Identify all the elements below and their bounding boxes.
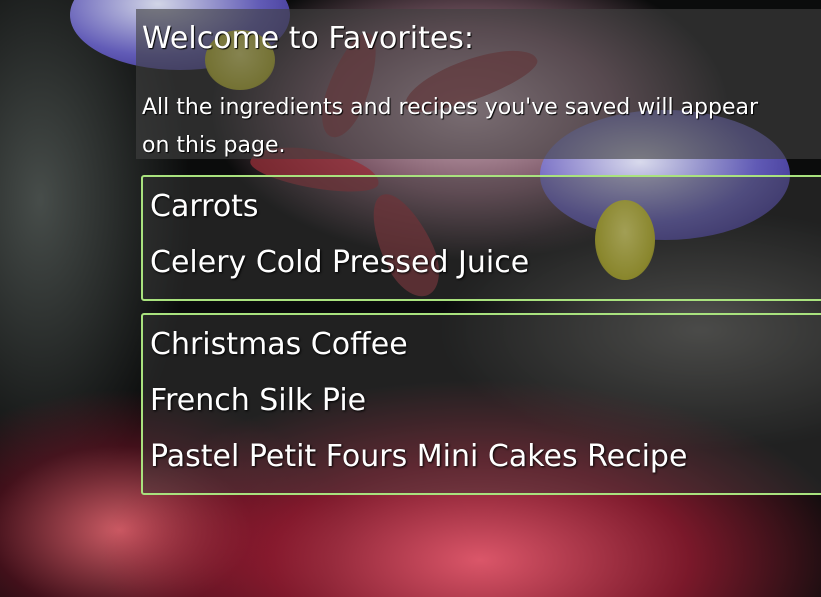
description-line-2: on this page. [142, 133, 286, 158]
saved-ingredients-list: Carrots Celery Cold Pressed Juice [141, 175, 821, 301]
recipe-item-french-silk-pie[interactable]: French Silk Pie [150, 383, 366, 418]
page-description: All the ingredients and recipes you've s… [142, 89, 821, 165]
description-line-1: All the ingredients and recipes you've s… [142, 95, 759, 120]
ingredient-item-celery-cold-pressed-juice[interactable]: Celery Cold Pressed Juice [150, 245, 529, 280]
page-title: Welcome to Favorites: [142, 21, 475, 56]
recipe-item-pastel-petit-fours[interactable]: Pastel Petit Fours Mini Cakes Recipe [150, 439, 687, 474]
ingredient-item-carrots[interactable]: Carrots [150, 189, 259, 224]
saved-recipes-list: Christmas Coffee French Silk Pie Pastel … [141, 313, 821, 495]
recipe-item-christmas-coffee[interactable]: Christmas Coffee [150, 327, 408, 362]
welcome-panel: Welcome to Favorites: All the ingredient… [136, 9, 821, 159]
